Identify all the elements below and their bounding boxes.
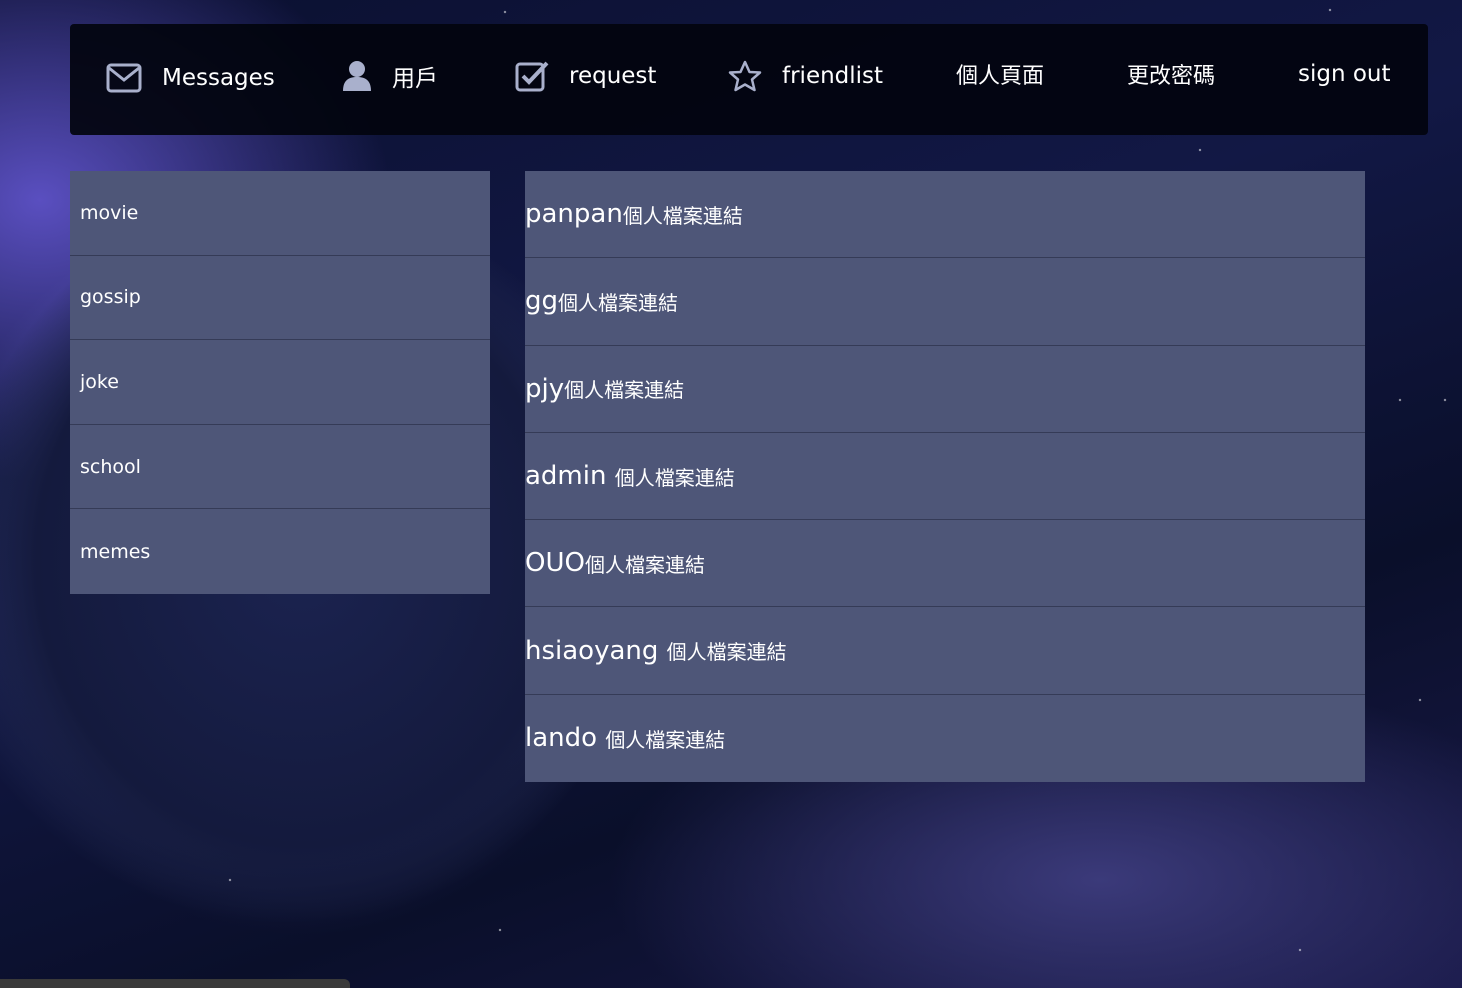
category-sidebar: movie gossip joke school memes [70, 171, 490, 594]
nav-request-label: request [569, 62, 657, 89]
profile-link[interactable]: 個人檔案連結 [667, 636, 787, 665]
nav-users-label: 用戶 [392, 65, 438, 92]
checkbox-icon [515, 60, 549, 92]
user-row: gg 個人檔案連結 [525, 258, 1365, 346]
nav-messages[interactable]: Messages [106, 22, 275, 133]
user-row: hsiaoyang 個人檔案連結 [525, 607, 1365, 695]
user-name: lando [525, 723, 606, 754]
user-name: pjy [525, 373, 565, 404]
nav-sign-out-label: sign out [1298, 60, 1391, 87]
user-name: admin [525, 461, 615, 492]
nav-friendlist-label: friendlist [782, 62, 884, 89]
user-name: panpan [525, 199, 623, 230]
nav-request[interactable]: request [515, 20, 656, 131]
user-name: gg [525, 286, 559, 317]
user-row: OUO 個人檔案連結 [525, 520, 1365, 608]
star-icon [728, 60, 762, 92]
profile-link[interactable]: 個人檔案連結 [585, 549, 705, 578]
nav-users[interactable]: 用戶 [342, 20, 438, 131]
nav-change-password[interactable]: 更改密碼 [1127, 18, 1215, 129]
nav-friendlist[interactable]: friendlist [728, 20, 883, 131]
horizontal-scrollbar[interactable] [0, 979, 350, 988]
nav-change-password-label: 更改密碼 [1127, 63, 1216, 89]
profile-link[interactable]: 個人檔案連結 [615, 462, 735, 491]
sidebar-item-gossip[interactable]: gossip [70, 255, 490, 341]
sidebar-item-memes[interactable]: memes [70, 509, 490, 594]
profile-link[interactable]: 個人檔案連結 [564, 374, 684, 403]
profile-link[interactable]: 個人檔案連結 [605, 724, 725, 753]
sidebar-item-school[interactable]: school [70, 424, 490, 510]
user-row: panpan 個人檔案連結 [525, 171, 1365, 259]
user-row: admin 個人檔案連結 [525, 432, 1365, 521]
profile-link[interactable]: 個人檔案連結 [558, 287, 678, 316]
user-icon [342, 60, 372, 92]
user-list: panpan 個人檔案連結 gg 個人檔案連結 pjy 個人檔案連結 admin 個人… [525, 171, 1365, 783]
sidebar-item-movie[interactable]: movie [70, 171, 490, 256]
profile-link[interactable]: 個人檔案連結 [623, 200, 743, 229]
user-name: hsiaoyang [525, 635, 667, 666]
envelope-icon [106, 63, 142, 93]
nav-sign-out[interactable]: sign out [1298, 18, 1391, 129]
top-navbar: Messages 用戶 request friendlist 個人頁面 更改密碼… [70, 24, 1428, 135]
nav-profile[interactable]: 個人頁面 [956, 18, 1044, 129]
nav-profile-label: 個人頁面 [956, 63, 1045, 89]
nav-messages-label: Messages [162, 64, 275, 91]
sidebar-item-joke[interactable]: joke [70, 340, 490, 425]
user-name: OUO [525, 548, 585, 579]
user-row: lando 個人檔案連結 [525, 694, 1365, 783]
user-row: pjy 個人檔案連結 [525, 345, 1365, 433]
